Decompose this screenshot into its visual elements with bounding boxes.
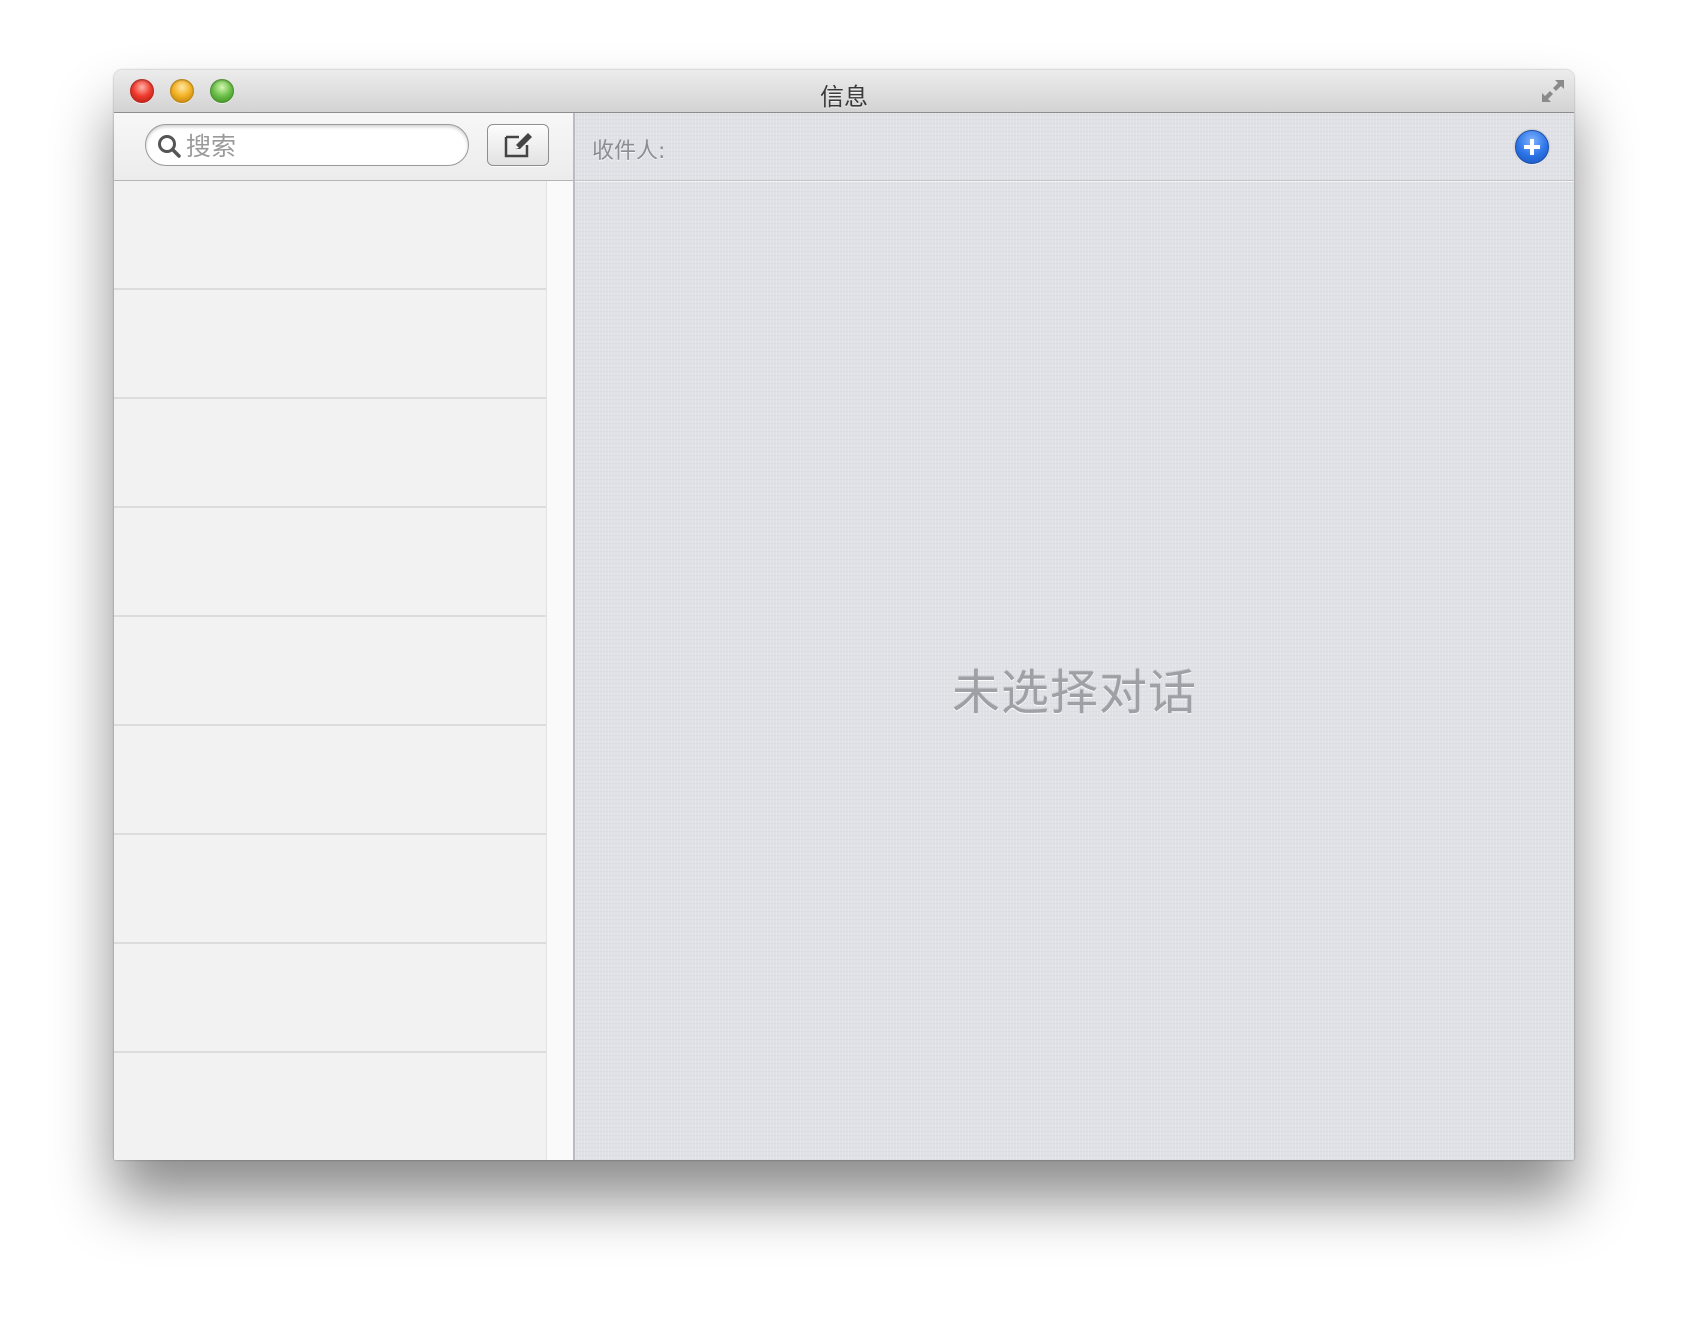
search-input[interactable] bbox=[184, 129, 458, 163]
fullscreen-icon bbox=[1542, 80, 1564, 102]
messages-window: 信息 搜索 收件人: 未选择对话 bbox=[114, 70, 1574, 1160]
recipient-bar: 收件人: bbox=[575, 113, 1574, 181]
list-item[interactable] bbox=[114, 181, 546, 290]
fullscreen-button[interactable] bbox=[1538, 76, 1568, 106]
conversation-sidebar bbox=[114, 113, 575, 1160]
list-item[interactable] bbox=[114, 726, 546, 835]
conversation-pane: 收件人: 未选择对话 bbox=[575, 113, 1574, 1160]
list-item[interactable] bbox=[114, 508, 546, 617]
add-recipient-button[interactable] bbox=[1515, 130, 1549, 164]
list-item[interactable] bbox=[114, 835, 546, 944]
list-item[interactable] bbox=[114, 944, 546, 1053]
compose-button[interactable] bbox=[487, 124, 549, 166]
recipient-label[interactable]: 收件人: bbox=[592, 133, 665, 165]
empty-state-message: 未选择对话 bbox=[951, 665, 1197, 721]
sidebar-toolbar bbox=[114, 113, 575, 181]
conversation-list[interactable] bbox=[114, 181, 546, 1160]
title-bar[interactable]: 信息 bbox=[114, 70, 1574, 113]
compose-icon bbox=[504, 133, 532, 158]
search-icon bbox=[158, 135, 181, 158]
list-item[interactable] bbox=[114, 1053, 546, 1160]
plus-icon bbox=[1524, 139, 1540, 155]
search-field[interactable] bbox=[145, 124, 469, 166]
scrollbar-track[interactable] bbox=[546, 181, 574, 1160]
list-item[interactable] bbox=[114, 399, 546, 508]
window-title: 信息 bbox=[820, 83, 868, 111]
list-item[interactable] bbox=[114, 617, 546, 726]
list-item[interactable] bbox=[114, 290, 546, 399]
